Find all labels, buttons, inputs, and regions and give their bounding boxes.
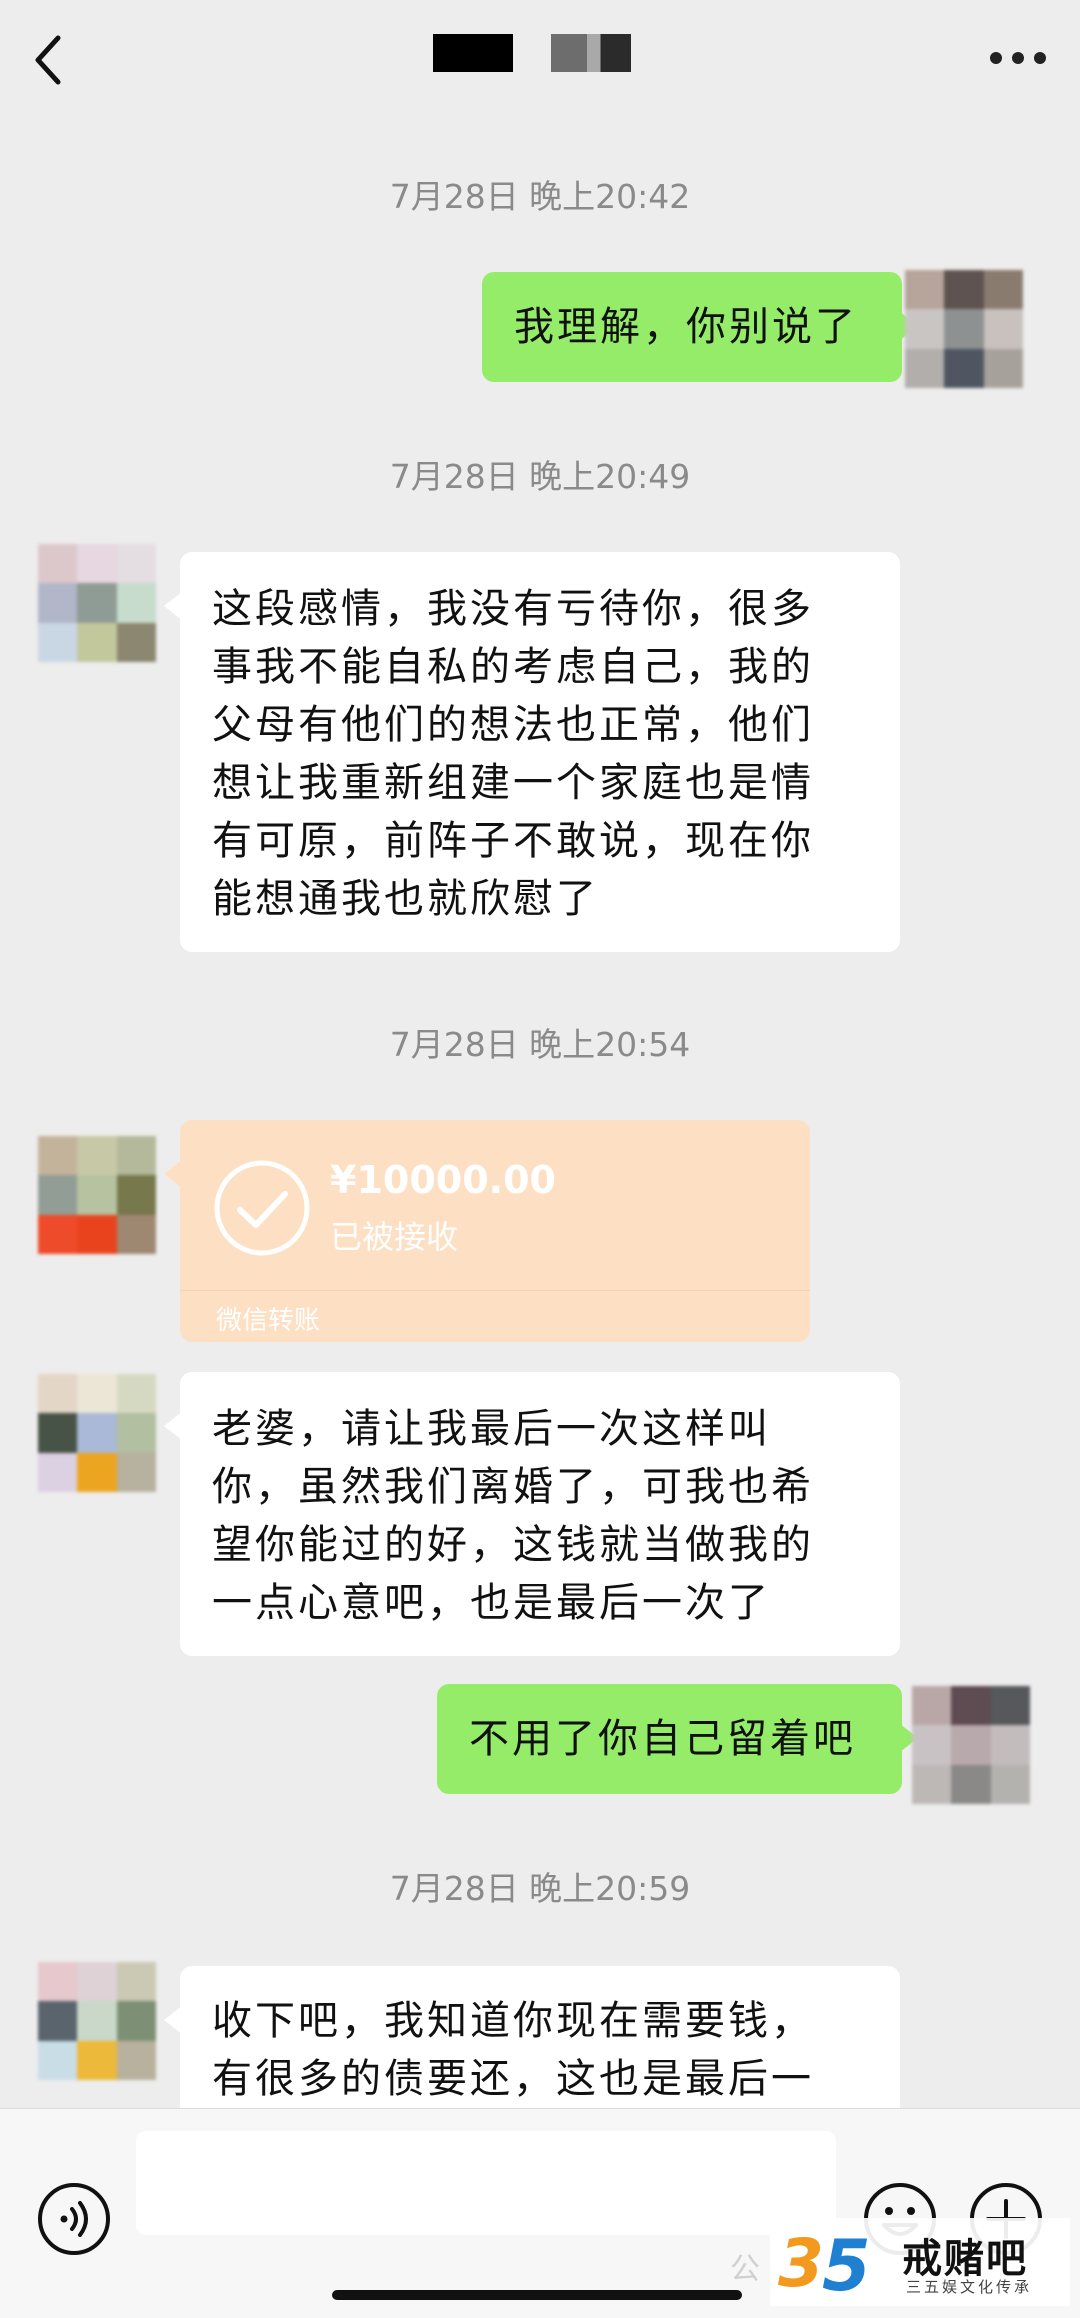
message-line: 你，虽然我们离婚了，可我也希 (212, 1464, 814, 1510)
watermark-faint-text: 公 (730, 2252, 760, 2287)
message-input[interactable] (136, 2131, 836, 2235)
message-bubble-received[interactable]: 收下吧，我知道你现在需要钱， 有很多的债要还，这也是最后一 (164, 1966, 900, 2126)
message-text: 我理解，你别说了 (514, 304, 858, 350)
svg-text:5: 5 (822, 2225, 871, 2304)
watermark-subtitle: 三五娱文化传承 (906, 2278, 1033, 2296)
message-line: 一点心意吧，也是最后一次了 (212, 1580, 771, 1626)
avatar-contact[interactable] (38, 1374, 156, 1492)
message-line: 这段感情，我没有亏待你，很多 (212, 586, 814, 632)
message-line: 收下吧，我知道你现在需要钱， (212, 1998, 814, 2044)
message-line: 能想通我也就欣慰了 (212, 876, 599, 922)
transfer-amount: ¥10000.00 (330, 1158, 556, 1202)
avatar-self[interactable] (905, 270, 1023, 388)
divider (180, 1290, 810, 1291)
contact-name-redacted (433, 34, 513, 72)
transfer-card[interactable]: ¥10000.00 已被接收 微信转账 (164, 1120, 810, 1342)
message-line: 老婆，请让我最后一次这样叫 (212, 1406, 771, 1452)
message-bubble-sent[interactable]: 我理解，你别说了 (482, 272, 918, 382)
message-line: 望你能过的好，这钱就当做我的 (212, 1522, 814, 1568)
message-line: 有很多的债要还，这也是最后一 (212, 2056, 814, 2102)
timestamp: 7月28日 晚上20:54 (389, 1025, 691, 1064)
ellipsis-icon[interactable] (990, 52, 1046, 66)
message-line: 父母有他们的想法也正常，他们 (212, 702, 814, 748)
message-bubble-sent[interactable]: 不用了你自己留着吧 (437, 1684, 918, 1794)
chevron-left-icon[interactable] (30, 30, 70, 90)
message-line: 事我不能自私的考虑自己，我的 (212, 644, 814, 690)
avatar-self[interactable] (912, 1686, 1030, 1804)
message-line: 想让我重新组建一个家庭也是情 (212, 760, 814, 806)
message-bubble-received[interactable]: 这段感情，我没有亏待你，很多 事我不能自私的考虑自己，我的 父母有他们的想法也正… (164, 552, 900, 952)
timestamp: 7月28日 晚上20:42 (389, 177, 691, 216)
timestamp: 7月28日 晚上20:49 (389, 457, 691, 496)
message-bubble-received[interactable]: 老婆，请让我最后一次这样叫 你，虽然我们离婚了，可我也希 望你能过的好，这钱就当… (164, 1372, 900, 1656)
svg-text:3: 3 (778, 2225, 824, 2302)
contact-name-redacted-2 (551, 34, 631, 72)
transfer-status: 已被接收 (330, 1218, 459, 1256)
voice-icon[interactable] (36, 2181, 112, 2257)
timestamp: 7月28日 晚上20:59 (389, 1869, 691, 1908)
home-indicator[interactable] (332, 2290, 742, 2300)
avatar-contact[interactable] (38, 1136, 156, 1254)
watermark: 3 5 戒赌吧 三五娱文化传承 (770, 2218, 1070, 2306)
message-line: 有可原，前阵子不敢说，现在你 (212, 818, 814, 864)
avatar-contact[interactable] (38, 544, 156, 662)
message-text: 不用了你自己留着吧 (469, 1716, 856, 1762)
transfer-footer: 微信转账 (216, 1306, 321, 1336)
avatar-contact[interactable] (38, 1962, 156, 2080)
watermark-logo: 3 5 (778, 2225, 871, 2304)
chat-header (0, 0, 1080, 120)
check-circle-icon (214, 1160, 310, 1256)
